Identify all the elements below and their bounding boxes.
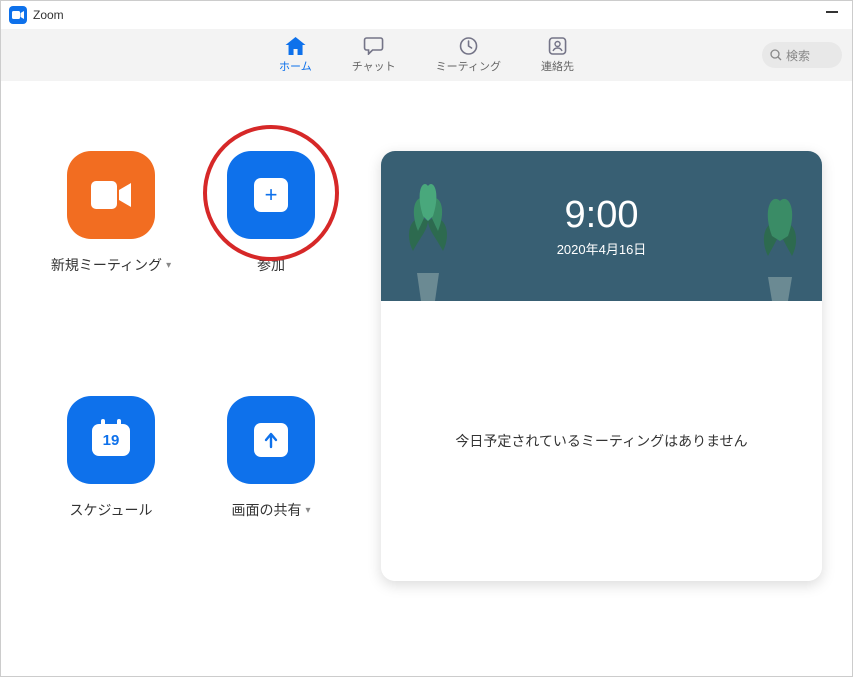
search-placeholder: 検索 [786, 47, 810, 64]
schedule-action: 19 スケジュール [31, 396, 191, 581]
clock-icon [459, 36, 477, 56]
info-panel: 9:00 2020年4月16日 今日予定されているミーティングはありません [381, 151, 822, 581]
app-title: Zoom [33, 8, 64, 22]
tab-chat-label: チャット [352, 58, 396, 74]
new-meeting-button[interactable] [67, 151, 155, 239]
new-meeting-label: 新規ミーティング [51, 255, 162, 275]
tab-home[interactable]: ホーム [279, 36, 312, 74]
tab-chat[interactable]: チャット [352, 36, 396, 74]
tab-meetings-label: ミーティング [436, 58, 501, 74]
panel-body: 今日予定されているミーティングはありません [381, 301, 822, 581]
tab-meetings[interactable]: ミーティング [436, 36, 501, 74]
clock-time: 9:00 [565, 194, 639, 237]
no-meetings-text: 今日予定されているミーティングはありません [455, 431, 747, 451]
action-grid: 新規ミーティング ▾ + 参加 19 スケジュール [31, 151, 351, 581]
titlebar: Zoom [1, 1, 852, 29]
share-screen-action: 画面の共有 ▾ [191, 396, 351, 581]
new-meeting-action: 新規ミーティング ▾ [31, 151, 191, 336]
search-input[interactable]: 検索 [762, 42, 842, 68]
app-icon [9, 6, 27, 24]
chat-icon [364, 36, 384, 56]
top-navbar: ホーム チャット ミーティング 連絡先 検索 [1, 29, 852, 81]
nav-tabs: ホーム チャット ミーティング 連絡先 [279, 36, 574, 74]
minimize-button[interactable] [826, 11, 838, 13]
clock-date: 2020年4月16日 [557, 239, 647, 258]
tab-contacts[interactable]: 連絡先 [541, 36, 574, 74]
tab-contacts-label: 連絡先 [541, 58, 574, 74]
schedule-label: スケジュール [69, 500, 152, 520]
share-screen-label: 画面の共有 [231, 500, 301, 520]
join-button[interactable]: + [227, 151, 315, 239]
main-content: 新規ミーティング ▾ + 参加 19 スケジュール [1, 81, 852, 581]
plant-decoration-icon [393, 181, 463, 301]
video-icon [91, 181, 131, 209]
chevron-down-icon[interactable]: ▾ [305, 505, 310, 516]
join-label: 参加 [257, 255, 285, 275]
tab-home-label: ホーム [279, 58, 312, 74]
share-arrow-icon [254, 423, 288, 457]
plus-icon: + [254, 178, 288, 212]
search-icon [770, 49, 782, 61]
calendar-icon: 19 [92, 424, 130, 456]
schedule-button[interactable]: 19 [67, 396, 155, 484]
home-icon [285, 36, 305, 56]
panel-header: 9:00 2020年4月16日 [381, 151, 822, 301]
plant-decoration-icon [750, 191, 810, 301]
contacts-icon [548, 36, 566, 56]
join-action: + 参加 [191, 151, 351, 336]
chevron-down-icon[interactable]: ▾ [166, 260, 171, 271]
share-screen-button[interactable] [227, 396, 315, 484]
